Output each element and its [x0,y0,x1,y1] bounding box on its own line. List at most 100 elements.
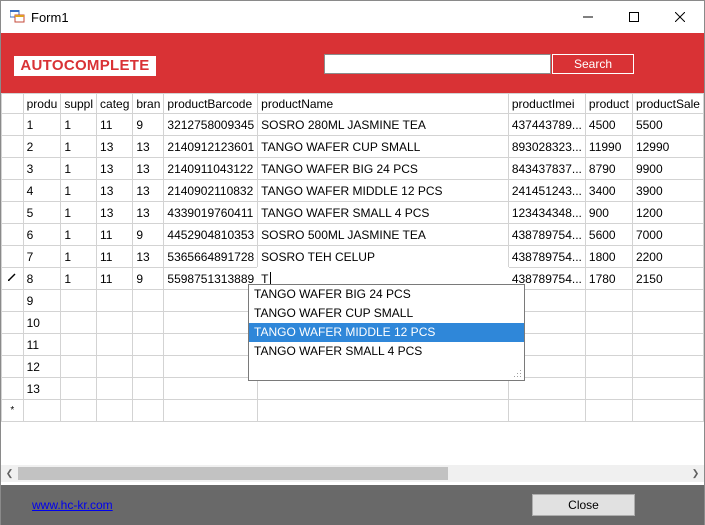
autocomplete-dropdown[interactable]: TANGO WAFER BIG 24 PCS TANGO WAFER CUP S… [248,284,525,381]
grid-cell-productId[interactable]: 8 [22,267,62,290]
grid-cell-productId[interactable]: 11 [22,333,62,356]
grid-cell-productBarcode[interactable]: 5598751313889 [163,267,259,290]
grid-cell-categoryId[interactable] [96,333,134,356]
grid-cell-supplierId[interactable]: 1 [60,179,98,202]
grid-cell-productBuyPrice[interactable] [584,333,633,356]
grid-cell-productBarcode[interactable]: 5365664891728 [163,245,259,268]
grid-cell-brandId[interactable] [132,399,165,422]
grid-cell-productImei[interactable]: 843437837... [507,157,586,180]
column-header[interactable]: productBarcode [163,93,259,114]
grid-cell-productId[interactable]: 13 [22,377,62,400]
grid-cell-productSalePrice[interactable]: 1200 [631,201,704,224]
grid-cell-brandId[interactable]: 9 [132,267,165,290]
grid-cell-productId[interactable]: 7 [22,245,62,268]
grid-cell-productBarcode[interactable]: 2140902110832 [163,179,259,202]
grid-cell-brandId[interactable]: 13 [132,157,165,180]
close-window-button[interactable] [657,1,703,33]
new-row-marker[interactable]: * [1,399,24,422]
grid-cell-categoryId[interactable]: 13 [96,135,134,158]
grid-cell-productSalePrice[interactable]: 7000 [631,223,704,246]
grid-cell-categoryId[interactable]: 13 [96,201,134,224]
pencil-icon[interactable] [1,267,24,290]
grid-cell-brandId[interactable] [132,355,165,378]
scroll-right-icon[interactable]: ❯ [687,465,704,482]
minimize-button[interactable] [565,1,611,33]
maximize-button[interactable] [611,1,657,33]
grid-cell-productBarcode[interactable] [163,333,259,356]
row-header[interactable] [1,245,24,268]
grid-cell-productBuyPrice[interactable]: 5600 [584,223,633,246]
row-header[interactable] [1,311,24,334]
row-header[interactable] [1,179,24,202]
products-grid[interactable]: produ suppl categ bran productBarcode pr… [1,93,704,465]
grid-cell-productName[interactable]: SOSRO 280ML JASMINE TEA [257,113,509,136]
grid-cell-productId[interactable]: 3 [22,157,62,180]
grid-cell-categoryId[interactable] [96,289,134,312]
column-header[interactable]: productName [257,93,509,114]
grid-cell-supplierId[interactable] [60,311,98,334]
autocomplete-item-selected[interactable]: TANGO WAFER MIDDLE 12 PCS [249,323,524,342]
grid-cell-productSalePrice[interactable] [631,399,704,422]
grid-cell-supplierId[interactable]: 1 [60,157,98,180]
grid-cell-productSalePrice[interactable]: 9900 [631,157,704,180]
grid-cell-productBuyPrice[interactable]: 11990 [584,135,633,158]
grid-cell-categoryId[interactable] [96,355,134,378]
scrollbar-thumb[interactable] [18,467,448,480]
table-row[interactable]: 5 1 13 13 4339019760411 TANGO WAFER SMALL 4 P… [1,201,704,224]
grid-cell-productSalePrice[interactable] [631,333,704,356]
grid-cell-supplierId[interactable]: 1 [60,113,98,136]
grid-cell-productBarcode[interactable]: 4452904810353 [163,223,259,246]
grid-cell-productBuyPrice[interactable]: 900 [584,201,633,224]
table-row[interactable]: 4 1 13 13 2140902110832 TANGO WAFER MIDDLE 12… [1,179,704,202]
grid-cell-productBarcode[interactable]: 3212758009345 [163,113,259,136]
grid-cell-productName[interactable]: SOSRO TEH CELUP [257,245,509,268]
grid-cell-productBuyPrice[interactable] [584,355,633,378]
grid-cell-categoryId[interactable]: 11 [96,245,134,268]
grid-cell-categoryId[interactable]: 13 [96,179,134,202]
grid-cell-categoryId[interactable]: 13 [96,157,134,180]
grid-cell-brandId[interactable] [132,377,165,400]
grid-cell-categoryId[interactable]: 11 [96,113,134,136]
grid-cell-productImei[interactable] [507,399,586,422]
grid-cell-productSalePrice[interactable]: 2200 [631,245,704,268]
grid-cell-brandId[interactable]: 13 [132,201,165,224]
table-row[interactable]: * [1,399,704,422]
grid-cell-brandId[interactable]: 9 [132,223,165,246]
horizontal-scrollbar[interactable]: ❮ ❯ [1,465,704,482]
grid-cell-categoryId[interactable]: 11 [96,267,134,290]
grid-cell-productId[interactable]: 10 [22,311,62,334]
table-row[interactable]: 2 1 13 13 2140912123601 TANGO WAFER CUP SMALL… [1,135,704,158]
column-header[interactable]: productSale [631,93,704,114]
row-header[interactable] [1,201,24,224]
scroll-left-icon[interactable]: ❮ [1,465,18,482]
grid-cell-categoryId[interactable] [96,311,134,334]
grid-cell-productId[interactable]: 2 [22,135,62,158]
grid-cell-productBuyPrice[interactable] [584,289,633,312]
grid-cell-productSalePrice[interactable]: 3900 [631,179,704,202]
grid-cell-brandId[interactable]: 13 [132,245,165,268]
grid-cell-productBuyPrice[interactable]: 1780 [584,267,633,290]
grid-cell-productSalePrice[interactable] [631,355,704,378]
grid-cell-productImei[interactable]: 437443789... [507,113,586,136]
column-header[interactable]: product [584,93,633,114]
grid-cell-productBarcode[interactable] [163,355,259,378]
column-header[interactable]: suppl [60,93,98,114]
grid-cell-productBarcode[interactable] [163,289,259,312]
grid-cell-productSalePrice[interactable]: 12990 [631,135,704,158]
grid-cell-productName[interactable]: TANGO WAFER MIDDLE 12 PCS [257,179,509,202]
grid-cell-productImei[interactable]: 438789754... [507,245,586,268]
table-row[interactable]: 3 1 13 13 2140911043122 TANGO WAFER BIG 24 PC… [1,157,704,180]
grid-cell-productBuyPrice[interactable] [584,377,633,400]
grid-cell-productBuyPrice[interactable]: 1800 [584,245,633,268]
column-header[interactable]: categ [96,93,134,114]
grid-cell-productImei[interactable]: 123434348... [507,201,586,224]
column-header[interactable]: produ [22,93,62,114]
grid-cell-brandId[interactable]: 13 [132,179,165,202]
grid-cell-productId[interactable] [22,399,62,422]
grid-cell-supplierId[interactable]: 1 [60,245,98,268]
grid-cell-productBuyPrice[interactable] [584,311,633,334]
grid-cell-productId[interactable]: 6 [22,223,62,246]
table-row[interactable]: 1 1 11 9 3212758009345 SOSRO 280ML JASMINE TE… [1,113,704,136]
grid-cell-productId[interactable]: 4 [22,179,62,202]
row-header[interactable] [1,135,24,158]
